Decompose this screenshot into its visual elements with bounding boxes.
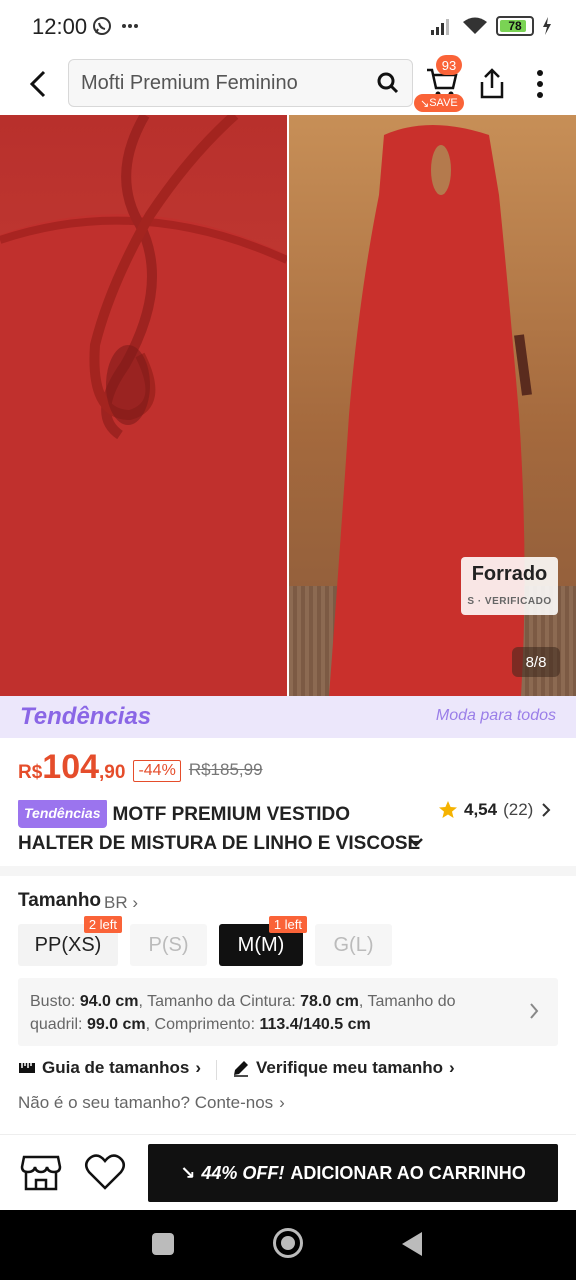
size-guide-link[interactable]: Guia de tamanhos › bbox=[18, 1058, 201, 1078]
image-counter: 8/8 bbox=[512, 647, 560, 677]
product-image-detail bbox=[0, 115, 287, 696]
chevron-right-icon bbox=[530, 1003, 539, 1019]
discount-badge: -44% bbox=[133, 760, 181, 782]
cart-count-badge: 93 bbox=[436, 55, 462, 75]
ruler-icon bbox=[19, 1063, 35, 1073]
rating-summary[interactable]: 4,54 (22) bbox=[438, 800, 553, 820]
verify-size-link[interactable]: Verifique meu tamanho › bbox=[232, 1058, 455, 1078]
chevron-right-icon: › bbox=[279, 1093, 285, 1112]
size-region-selector[interactable]: BR › bbox=[104, 893, 138, 913]
save-badge: ↘ SAVE bbox=[414, 94, 464, 112]
size-label: Tamanho bbox=[18, 890, 102, 911]
price-currency: R$ bbox=[18, 762, 43, 783]
search-input[interactable]: Mofti Premium Feminino bbox=[68, 59, 413, 107]
stock-left-tag: 2 left bbox=[83, 916, 122, 933]
add-discount-label: 44% OFF! bbox=[201, 1162, 285, 1183]
status-bar: 12:00 78 bbox=[0, 0, 576, 56]
trends-logo: Tendências bbox=[20, 703, 152, 730]
add-to-cart-label: ADICIONAR AO CARRINHO bbox=[290, 1162, 526, 1183]
share-button[interactable] bbox=[474, 64, 510, 104]
chevron-right-icon: › bbox=[132, 893, 139, 912]
chevron-down-icon[interactable] bbox=[406, 832, 426, 852]
system-back-button[interactable] bbox=[402, 1232, 422, 1256]
search-query: Mofti Premium Feminino bbox=[81, 71, 298, 94]
recent-apps-button[interactable] bbox=[152, 1233, 174, 1255]
bottom-action-bar: ↘ 44% OFF! ADICIONAR AO CARRINHO bbox=[0, 1134, 576, 1210]
review-count: (22) bbox=[503, 800, 534, 819]
star-icon bbox=[439, 801, 457, 818]
signal-icon bbox=[431, 19, 449, 35]
overlay-title: Forrado bbox=[471, 563, 548, 585]
status-time: 12:00 bbox=[32, 14, 88, 39]
more-options-button[interactable] bbox=[526, 64, 554, 104]
wifi-icon bbox=[463, 17, 487, 34]
stock-left-tag: 1 left bbox=[268, 916, 307, 933]
home-button[interactable] bbox=[273, 1228, 303, 1258]
size-measurements[interactable]: Busto: 94.0 cm, Tamanho da Cintura: 78.0… bbox=[18, 978, 558, 1046]
size-option-pp[interactable]: PP(XS) 2 left bbox=[18, 916, 122, 966]
chevron-right-icon bbox=[542, 803, 551, 817]
system-nav-bar bbox=[0, 1210, 576, 1280]
size-option-p[interactable]: P(S) bbox=[130, 924, 207, 966]
link-separator bbox=[216, 1060, 217, 1080]
store-button[interactable] bbox=[20, 1153, 62, 1195]
search-icon[interactable] bbox=[376, 71, 400, 95]
halter-neck-detail bbox=[0, 115, 287, 696]
add-to-cart-button[interactable]: ↘ 44% OFF! ADICIONAR AO CARRINHO bbox=[148, 1144, 558, 1202]
wishlist-button[interactable] bbox=[84, 1153, 128, 1195]
share-icon bbox=[480, 68, 504, 99]
trend-down-icon: ↘ bbox=[180, 1162, 196, 1183]
product-image-model: Forrado S · VERIFICADO 8/8 bbox=[289, 115, 576, 696]
heart-icon bbox=[85, 1154, 125, 1190]
size-option-g[interactable]: G(L) bbox=[315, 924, 392, 966]
trend-down-icon: ↘ bbox=[420, 97, 430, 110]
price-row: R$ 104 ,90 -44% R$185,99 bbox=[18, 748, 263, 788]
price-main: 104 bbox=[42, 748, 100, 786]
trends-banner[interactable]: Tendências Moda para todos bbox=[0, 696, 576, 738]
charging-icon bbox=[543, 17, 551, 35]
price-cents: ,90 bbox=[99, 762, 126, 783]
size-option-m[interactable]: M(M) 1 left bbox=[219, 916, 307, 966]
top-nav: Mofti Premium Feminino 93 ↘ SAVE bbox=[0, 55, 576, 112]
back-arrow-icon bbox=[29, 70, 46, 98]
section-divider bbox=[0, 866, 576, 876]
more-vertical-icon bbox=[537, 70, 543, 98]
lined-verified-overlay: Forrado S · VERIFICADO bbox=[461, 557, 558, 615]
product-gallery[interactable]: Forrado S · VERIFICADO 8/8 bbox=[0, 115, 576, 696]
original-price: R$185,99 bbox=[188, 760, 263, 779]
back-button[interactable] bbox=[20, 64, 56, 104]
product-title[interactable]: Tendências MOTF PREMIUM VESTIDO HALTER DE… bbox=[18, 800, 438, 858]
overlay-subtitle: S · VERIFICADO bbox=[467, 596, 552, 607]
trends-slogan: Moda para todos bbox=[435, 707, 556, 724]
store-icon bbox=[20, 1155, 62, 1191]
battery-icon: 78 bbox=[496, 16, 534, 36]
not-your-size-link[interactable]: Não é o seu tamanho? Conte-nos › bbox=[18, 1093, 285, 1113]
chevron-right-icon: › bbox=[449, 1058, 455, 1077]
more-dots-icon bbox=[122, 24, 138, 28]
pencil-icon bbox=[234, 1061, 248, 1077]
title-line-1: MOTF PREMIUM VESTIDO bbox=[112, 804, 351, 825]
trends-chip: Tendências bbox=[18, 800, 107, 828]
chevron-right-icon: › bbox=[195, 1058, 202, 1077]
rating-value: 4,54 bbox=[464, 800, 498, 819]
title-line-2: HALTER DE MISTURA DE LINHO E VISCOSE bbox=[18, 833, 421, 854]
whatsapp-icon bbox=[93, 17, 111, 35]
